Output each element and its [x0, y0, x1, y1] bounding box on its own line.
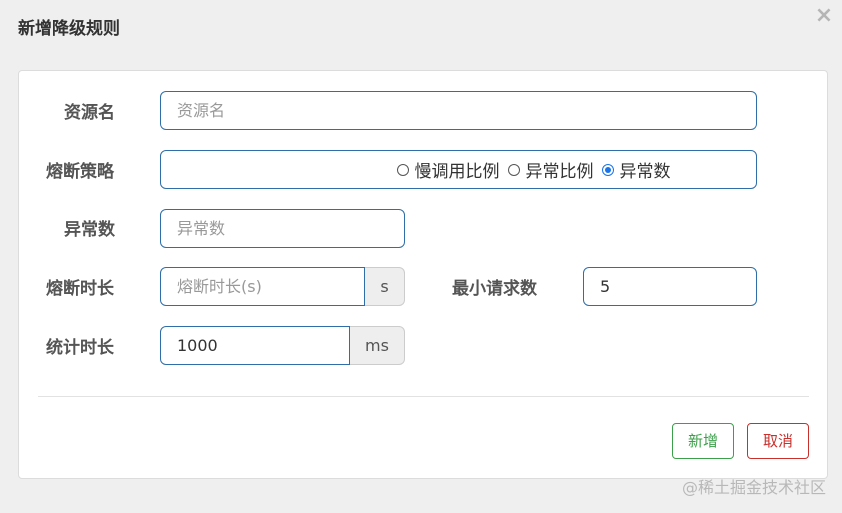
radio-label: 异常数: [619, 162, 671, 182]
add-button[interactable]: 新增: [672, 423, 734, 459]
degrade-rule-dialog: 新增降级规则 × 资源名 资源名 熔断策略 慢调用比例 异常比例 异常数 异常数…: [0, 0, 842, 513]
radio-exception-ratio[interactable]: 异常比例: [507, 157, 594, 182]
radio-unchecked-icon: [396, 163, 409, 176]
break-duration-unit: s: [365, 267, 405, 306]
dialog-title: 新增降级规则: [18, 19, 120, 39]
stat-duration-label: 统计时长: [46, 338, 114, 358]
break-duration-label: 熔断时长: [46, 279, 114, 299]
exception-count-input[interactable]: 异常数: [160, 209, 405, 248]
form-panel: 资源名 资源名 熔断策略 慢调用比例 异常比例 异常数 异常数 异常数 熔断时长…: [18, 70, 828, 479]
break-duration-input[interactable]: 熔断时长(s): [160, 267, 365, 306]
min-requests-label: 最小请求数: [452, 279, 537, 299]
footer-divider: [38, 396, 809, 397]
resource-input[interactable]: 资源名: [160, 91, 757, 130]
radio-checked-icon: [601, 163, 614, 176]
radio-slow-call-ratio[interactable]: 慢调用比例: [396, 157, 500, 182]
strategy-label: 熔断策略: [46, 162, 114, 182]
strategy-radio-group: 慢调用比例 异常比例 异常数: [160, 150, 757, 189]
stat-duration-unit: ms: [350, 326, 405, 365]
exception-count-label: 异常数: [64, 220, 115, 240]
close-icon[interactable]: ×: [814, 4, 834, 28]
cancel-button[interactable]: 取消: [747, 423, 809, 459]
radio-exception-count[interactable]: 异常数: [601, 157, 671, 182]
resource-label: 资源名: [64, 103, 115, 123]
min-requests-input[interactable]: 5: [583, 267, 757, 306]
radio-label: 异常比例: [525, 162, 594, 182]
radio-unchecked-icon: [507, 163, 520, 176]
watermark: @稀土掘金技术社区: [681, 478, 826, 497]
radio-label: 慢调用比例: [414, 162, 500, 182]
stat-duration-input[interactable]: 1000: [160, 326, 350, 365]
